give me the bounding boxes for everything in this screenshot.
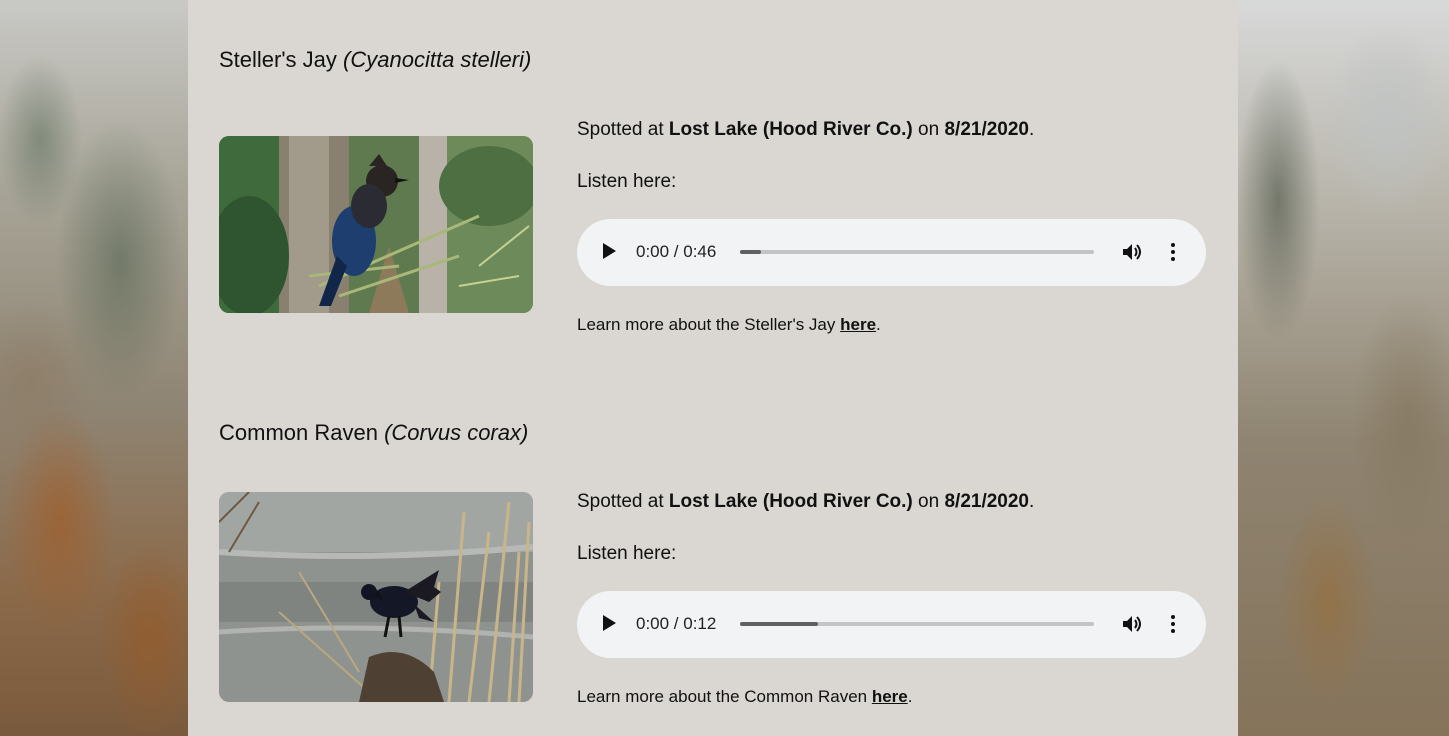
learn-suffix: .: [907, 687, 913, 706]
volume-icon[interactable]: [1122, 614, 1144, 634]
more-options-icon[interactable]: [1168, 242, 1178, 262]
audio-seek-bar[interactable]: [740, 622, 1094, 626]
common-name: Common Raven: [219, 420, 378, 445]
location: Lost Lake (Hood River Co.): [668, 491, 913, 512]
bird-photo: [219, 492, 533, 702]
learn-prefix: Learn more about the Steller's Jay: [577, 315, 841, 334]
stellers-jay-photo-icon: [219, 136, 533, 313]
more-options-icon[interactable]: [1168, 614, 1178, 634]
listen-label: Listen here:: [577, 543, 677, 564]
date: 8/21/2020: [944, 491, 1029, 512]
bird-photo: [219, 136, 533, 313]
play-icon[interactable]: [603, 243, 616, 259]
spotted-text: Spotted at Lost Lake (Hood River Co.) on…: [577, 491, 1207, 513]
learn-more-text: Learn more about the Common Raven here.: [577, 687, 912, 707]
bird-info: Spotted at Lost Lake (Hood River Co.) on…: [577, 491, 1207, 731]
audio-progress-fill: [740, 250, 762, 254]
bird-title: Common Raven (Corvus corax): [219, 420, 1219, 446]
spotted-period: .: [1029, 119, 1035, 140]
listen-label: Listen here:: [577, 171, 677, 192]
bird-title: Steller's Jay (Cyanocitta stelleri): [219, 47, 1219, 73]
spotted-prefix: Spotted at: [577, 119, 669, 140]
audio-seek-bar[interactable]: [740, 250, 1094, 254]
scientific-name: (Cyanocitta stelleri): [343, 47, 532, 72]
spotted-period: .: [1029, 491, 1035, 512]
common-name: Steller's Jay: [219, 47, 337, 72]
audio-player[interactable]: 0:00 / 0:12: [577, 591, 1206, 658]
audio-time: 0:00 / 0:12: [636, 614, 717, 633]
spotted-on: on: [912, 491, 945, 512]
common-raven-photo-icon: [219, 492, 533, 702]
audio-time: 0:00 / 0:46: [636, 242, 717, 261]
learn-prefix: Learn more about the Common Raven: [577, 687, 872, 706]
bird-info: Spotted at Lost Lake (Hood River Co.) on…: [577, 119, 1207, 359]
date: 8/21/2020: [944, 119, 1029, 140]
audio-player[interactable]: 0:00 / 0:46: [577, 219, 1206, 286]
scientific-name: (Corvus corax): [384, 420, 529, 445]
learn-more-link[interactable]: here: [872, 687, 908, 706]
audio-progress-fill: [740, 622, 818, 626]
volume-icon[interactable]: [1122, 242, 1144, 262]
spotted-on: on: [912, 119, 945, 140]
background-left-trees: [0, 0, 188, 736]
play-icon[interactable]: [603, 615, 616, 631]
location: Lost Lake (Hood River Co.): [668, 119, 913, 140]
spotted-prefix: Spotted at: [577, 491, 669, 512]
bird-entry-stellers-jay: Steller's Jay (Cyanocitta stelleri) Spot…: [219, 47, 1219, 334]
learn-more-link[interactable]: here: [840, 315, 876, 334]
learn-more-text: Learn more about the Steller's Jay here.: [577, 315, 881, 335]
bird-entry-common-raven: Common Raven (Corvus corax) Spotted at L…: [219, 420, 1219, 706]
spotted-text: Spotted at Lost Lake (Hood River Co.) on…: [577, 119, 1207, 141]
background-right-trees: [1238, 0, 1449, 736]
content-panel: Steller's Jay (Cyanocitta stelleri) Spot…: [188, 0, 1238, 736]
learn-suffix: .: [876, 315, 881, 334]
